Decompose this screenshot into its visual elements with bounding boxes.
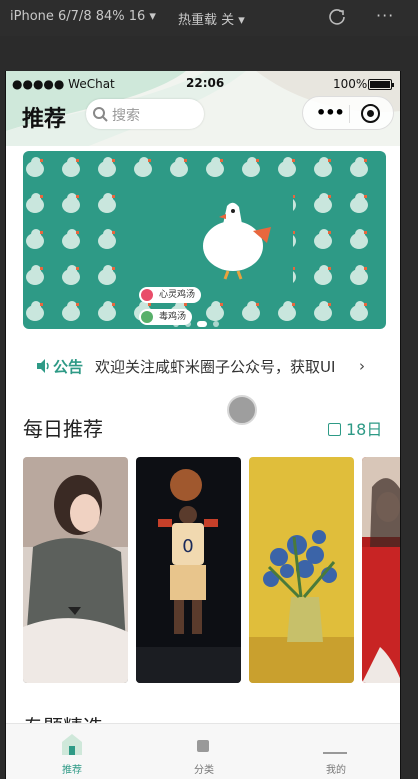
pattern-bird (98, 301, 116, 321)
page-title: 推荐 (22, 107, 67, 132)
more-icon[interactable]: ··· (376, 6, 394, 25)
close-target-icon[interactable] (361, 104, 380, 123)
clock: 22:06 (186, 76, 225, 90)
pattern-bird (98, 193, 116, 213)
tab-category[interactable]: 分类 (138, 724, 270, 779)
device-selector[interactable]: iPhone 6/7/8 84% 16 ▾ (10, 9, 156, 24)
pattern-bird (314, 265, 332, 285)
refresh-icon[interactable] (327, 7, 347, 27)
status-bar: ●●●●● WeChat 22:06 100% (6, 71, 400, 97)
banner-tag-soup: 心灵鸡汤 (139, 287, 202, 303)
calendar-icon (328, 423, 341, 436)
carousel-indicator (173, 312, 225, 329)
banner-carousel[interactable]: 心灵鸡汤 毒鸡汤 (23, 151, 386, 329)
pattern-bird (278, 157, 296, 177)
battery-icon (368, 79, 394, 90)
pattern-bird (314, 193, 332, 213)
svg-text:0: 0 (182, 536, 193, 557)
pattern-bird (206, 157, 224, 177)
card-red-dress-woman[interactable] (362, 457, 401, 683)
carousel-dot[interactable] (173, 321, 179, 327)
search-placeholder: 搜索 (112, 108, 140, 124)
tab-label: 分类 (194, 765, 214, 776)
floating-ball[interactable] (227, 395, 257, 425)
search-icon (93, 107, 108, 122)
battery-percent: 100% (333, 77, 368, 91)
pattern-bird (98, 265, 116, 285)
pattern-bird (134, 157, 152, 177)
pattern-bird (26, 301, 44, 321)
devtools-toolbar: iPhone 6/7/8 84% 16 ▾ 热重载 关 ▾ ··· (0, 0, 418, 36)
home-icon (62, 734, 82, 755)
pattern-bird (278, 301, 296, 321)
pattern-bird (98, 229, 116, 249)
pattern-bird (170, 157, 188, 177)
pattern-bird (350, 157, 368, 177)
carousel-dot[interactable] (197, 321, 207, 327)
phone-screen: ●●●●● WeChat 22:06 100% 推荐 搜索 ••• 心灵鸡汤 毒… (5, 71, 401, 779)
chevron-right-icon[interactable]: › (359, 357, 365, 375)
card-girl-portrait[interactable] (23, 457, 128, 683)
card-basketball-player[interactable]: 0 (136, 457, 241, 683)
pattern-bird (62, 229, 80, 249)
tab-bar: 推荐 分类 我的 (6, 723, 400, 779)
tab-recommend[interactable]: 推荐 (6, 724, 138, 779)
card-van-gogh-irises[interactable] (249, 457, 354, 683)
announcement-tag: 公告 (53, 358, 84, 376)
section-title: 每日推荐 (23, 417, 103, 441)
date-text: 18日 (346, 420, 383, 439)
announcement-text: 欢迎关注咸虾米圈子公众号，获取UI (95, 358, 336, 376)
user-icon (323, 752, 347, 754)
pattern-bird (62, 265, 80, 285)
hot-reload-toggle[interactable]: 热重载 关 ▾ (178, 9, 245, 28)
pattern-bird (26, 157, 44, 177)
pattern-bird (242, 301, 260, 321)
carousel-dot[interactable] (185, 321, 191, 327)
miniprogram-capsule: ••• (302, 96, 394, 130)
pattern-bird (62, 301, 80, 321)
category-icon (197, 740, 209, 752)
carrier-label: ●●●●● WeChat (12, 77, 115, 91)
pattern-bird (314, 157, 332, 177)
announcement-bar[interactable]: 公告 欢迎关注咸虾米圈子公众号，获取UI › (6, 349, 400, 383)
tab-mine[interactable]: 我的 (270, 724, 400, 779)
date-label[interactable]: 18日 (328, 416, 382, 440)
pattern-bird (350, 301, 368, 321)
pattern-bird (350, 229, 368, 249)
carousel-dot[interactable] (213, 321, 219, 327)
pattern-bird (314, 301, 332, 321)
banner-artwork (26, 157, 368, 321)
tab-label: 我的 (326, 765, 346, 776)
search-box[interactable]: 搜索 (86, 99, 204, 129)
daily-cards: 0 (23, 457, 401, 683)
pattern-bird (350, 193, 368, 213)
capsule-divider (349, 105, 350, 123)
pattern-bird (62, 157, 80, 177)
pattern-bird (26, 229, 44, 249)
pattern-bird (26, 265, 44, 285)
pattern-bird (350, 265, 368, 285)
banner-tag-label: 心灵鸡汤 (159, 290, 196, 300)
tab-label: 推荐 (62, 765, 82, 776)
pattern-bird (98, 157, 116, 177)
pattern-bird (314, 229, 332, 249)
pattern-bird (62, 193, 80, 213)
menu-icon[interactable]: ••• (316, 103, 345, 122)
pattern-bird (242, 157, 260, 177)
speaker-icon (37, 359, 49, 373)
pattern-bird (26, 193, 44, 213)
